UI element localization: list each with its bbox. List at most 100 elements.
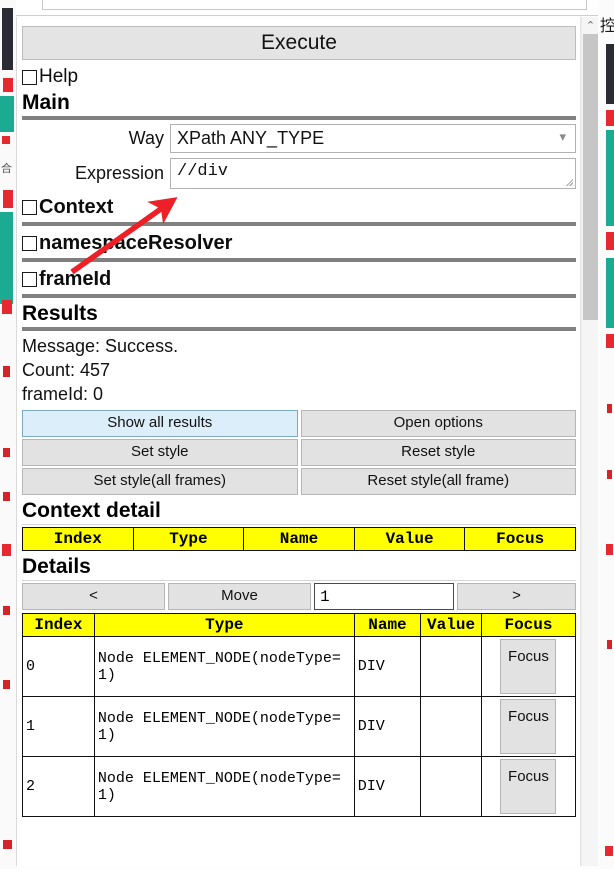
- details-heading: Details: [22, 555, 91, 579]
- panel-body: Execute Help Main Way XPath ANY_TYPE ▾ E…: [22, 17, 577, 818]
- execute-button[interactable]: Execute: [22, 26, 576, 60]
- context-checkbox[interactable]: [22, 199, 37, 215]
- move-index-input[interactable]: 1: [314, 583, 454, 611]
- bg-red-block-r: [606, 110, 614, 126]
- move-button[interactable]: Move: [168, 583, 311, 611]
- row-name: DIV: [353, 756, 422, 818]
- details-move-controls: < Move 1 >: [22, 583, 576, 611]
- table-row[interactable]: 0 Node ELEMENT_NODE(nodeType=1) DIV Focu…: [22, 636, 577, 698]
- context-separator: [22, 222, 576, 227]
- bg-teal-block-2: [0, 212, 13, 304]
- reset-style-all-frame-button[interactable]: Reset style(all frame): [300, 468, 576, 495]
- row-value: [420, 636, 482, 698]
- help-checkbox-row[interactable]: Help: [22, 64, 576, 90]
- frameid-separator: [22, 294, 576, 299]
- focus-button[interactable]: Focus: [500, 759, 557, 815]
- bg-glyph: 合: [1, 163, 12, 175]
- context-col-type: Type: [132, 527, 245, 552]
- bg-red-block-3: [2, 300, 12, 314]
- details-table: Index Type Name Value Focus 0 Node ELEME…: [22, 613, 577, 818]
- context-detail-heading: Context detail: [22, 499, 161, 522]
- details-underline: [22, 580, 576, 582]
- bg-red-dot-r1: [607, 404, 612, 413]
- bg-red-block: [3, 78, 13, 92]
- resize-grip-icon[interactable]: [565, 178, 573, 187]
- details-col-type: Type: [93, 613, 355, 638]
- bg-teal-block-r: [606, 130, 614, 226]
- bg-red-dot-6: [3, 606, 10, 615]
- upper-panel-inner-edge: [42, 0, 587, 10]
- focus-button[interactable]: Focus: [500, 639, 557, 695]
- upper-panel-edge: [16, 0, 598, 16]
- way-select[interactable]: XPath ANY_TYPE ▾: [170, 124, 576, 154]
- clipped-page-glyph: 控: [600, 16, 614, 35]
- row-value: [420, 756, 482, 818]
- bg-teal-block: [0, 96, 14, 132]
- set-style-button[interactable]: Set style: [22, 439, 298, 466]
- bg-teal-block-r2: [606, 258, 614, 328]
- context-col-index: Index: [22, 527, 134, 552]
- context-detail-underline: [22, 524, 576, 526]
- way-field-row: Way XPath ANY_TYPE ▾: [22, 124, 576, 154]
- details-header-row: Index Type Name Value Focus: [22, 613, 577, 638]
- result-count: Count: 457: [22, 360, 111, 381]
- table-row[interactable]: 1 Node ELEMENT_NODE(nodeType=1) DIV Focu…: [22, 696, 577, 758]
- expression-field-row: Expression //div: [22, 158, 576, 190]
- row-focus-cell: Focus: [480, 696, 577, 758]
- move-index-value: 1: [320, 587, 330, 606]
- open-options-button[interactable]: Open options: [300, 410, 576, 437]
- way-select-value: XPath ANY_TYPE: [177, 128, 325, 149]
- bg-red-dot-2: [3, 366, 10, 377]
- namespace-resolver-label: namespaceResolver: [39, 231, 233, 254]
- details-table-body: 0 Node ELEMENT_NODE(nodeType=1) DIV Focu…: [22, 636, 577, 818]
- focus-button[interactable]: Focus: [500, 699, 557, 755]
- context-checkbox-row[interactable]: Context: [22, 194, 576, 220]
- bg-red-dot-7: [3, 680, 10, 689]
- expression-label: Expression: [74, 163, 164, 184]
- bg-red-block-2: [3, 190, 13, 208]
- bg-red-block-r3: [606, 334, 614, 348]
- bg-red-dot-8: [3, 840, 12, 849]
- reset-style-button[interactable]: Reset style: [300, 439, 576, 466]
- context-col-value: Value: [353, 527, 466, 552]
- way-label: Way: [128, 128, 164, 149]
- expression-input[interactable]: //div: [170, 158, 576, 190]
- bg-red-dot-r2: [607, 470, 612, 479]
- scrollbar-thumb[interactable]: [583, 34, 598, 320]
- show-all-results-button[interactable]: Show all results: [22, 410, 298, 437]
- details-col-name: Name: [353, 613, 422, 638]
- details-col-index: Index: [22, 613, 95, 638]
- result-message: Message: Success.: [22, 336, 179, 357]
- background-page-left-strip: 合: [0, 0, 16, 869]
- bg-red-dot-r4: [607, 640, 612, 649]
- row-type: Node ELEMENT_NODE(nodeType=1): [93, 636, 355, 698]
- help-label: Help: [39, 66, 79, 87]
- bg-red-dot-r5: [605, 846, 613, 856]
- move-prev-button[interactable]: <: [22, 583, 165, 611]
- main-separator: [22, 116, 576, 121]
- set-style-all-frames-button[interactable]: Set style(all frames): [22, 468, 298, 495]
- bg-red-block-r2: [606, 232, 614, 250]
- screenshot-root: 合 控 ⌃ Execute Help Main Way XPath ANY_TY…: [0, 0, 614, 869]
- details-col-focus: Focus: [480, 613, 577, 638]
- bg-red-dot-3: [3, 448, 10, 457]
- panel-scrollbar[interactable]: ⌃: [581, 17, 598, 866]
- bg-dark-block: [2, 8, 13, 70]
- frameid-checkbox-row[interactable]: frameId: [22, 266, 576, 292]
- move-next-button[interactable]: >: [457, 583, 576, 611]
- xpath-tool-panel: Execute Help Main Way XPath ANY_TYPE ▾ E…: [16, 17, 581, 866]
- context-label: Context: [39, 195, 114, 218]
- row-name: DIV: [353, 696, 422, 758]
- namespace-resolver-checkbox-row[interactable]: namespaceResolver: [22, 230, 576, 256]
- row-index: 0: [22, 636, 95, 698]
- frameid-checkbox[interactable]: [22, 271, 37, 287]
- namespace-resolver-checkbox[interactable]: [22, 235, 37, 251]
- help-checkbox[interactable]: [22, 69, 37, 85]
- row-name: DIV: [353, 636, 422, 698]
- scrollbar-up-arrow-icon[interactable]: ⌃: [582, 17, 599, 34]
- bg-red-dot: [2, 136, 10, 144]
- details-col-value: Value: [420, 613, 482, 638]
- main-section-heading: Main: [22, 91, 70, 114]
- context-col-name: Name: [243, 527, 355, 552]
- table-row[interactable]: 2 Node ELEMENT_NODE(nodeType=1) DIV Focu…: [22, 756, 577, 818]
